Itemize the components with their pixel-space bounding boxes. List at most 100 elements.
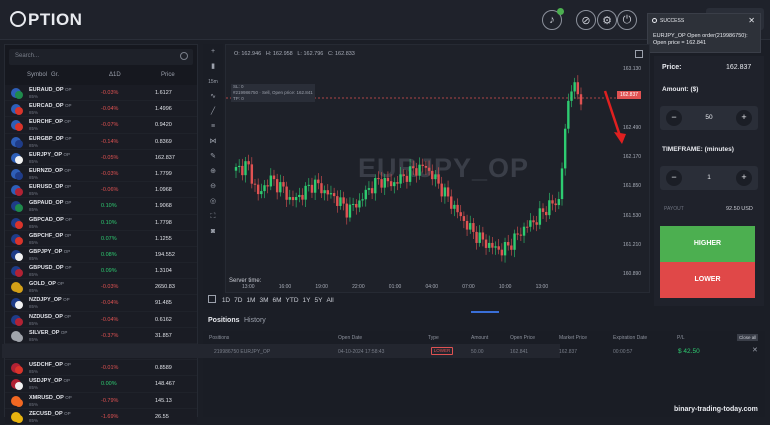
amount-increase-button[interactable]: + [736, 110, 752, 126]
zoom-out-icon[interactable]: ⊖ [208, 182, 218, 192]
asset-table-header: Symbol Gr. Δ1D Price [5, 69, 197, 83]
list-item[interactable]: EURUSD_OP OP 85% -0.06% 1.0968 [5, 182, 197, 199]
trendline-icon[interactable]: ╱ [208, 107, 218, 117]
candle-icon[interactable]: ▮ [208, 62, 218, 72]
close-position-icon[interactable]: ✕ [752, 346, 758, 354]
toast-title: SUCCESS [660, 18, 685, 24]
list-item[interactable]: USDCHF_OP OP 85% -0.01% 0.8589 [5, 360, 197, 377]
higher-button[interactable]: HIGHER [660, 226, 755, 262]
asset-price: 0.8369 [155, 138, 172, 145]
tp-label: TP: 0 [231, 96, 315, 102]
list-item[interactable]: EURNZD_OP OP 85% -0.03% 1.7799 [5, 165, 197, 183]
candle-body [291, 197, 295, 201]
brush-icon[interactable]: ✎ [208, 152, 218, 162]
list-item[interactable]: EURCHF_OP OP 85% -0.07% 0.9420 [5, 117, 197, 134]
candle-body [260, 191, 263, 195]
list-item[interactable]: GBPCHF_OP OP 85% 0.07% 1.1255 [5, 230, 197, 247]
candle-body [399, 174, 402, 184]
col-positions[interactable]: Positions [209, 335, 229, 341]
range-option[interactable]: 3M [259, 297, 268, 304]
col-symbol[interactable]: Symbol [27, 72, 47, 78]
position-amount: 50.00 [471, 349, 484, 355]
col-expiration[interactable]: Expiration Date [613, 335, 647, 341]
list-item[interactable]: EURJPY_OP OP 85% -0.05% 162.837 [5, 149, 197, 166]
range-option[interactable]: 5Y [314, 297, 322, 304]
search-input[interactable]: Search... [9, 49, 193, 65]
candle-body [535, 222, 538, 225]
candle-body [377, 178, 380, 180]
list-item[interactable]: SILVER_OP OP 85% -0.37% 31.857 [5, 327, 197, 344]
list-item[interactable]: NZDJPY_OP OP 85% -0.04% 91.485 [5, 295, 197, 312]
settings-icon[interactable]: ⚙ [597, 10, 617, 30]
pattern-icon[interactable]: ⋈ [208, 137, 218, 147]
speed-icon[interactable]: ⊘ [576, 10, 596, 30]
col-gr[interactable]: Gr. [51, 72, 59, 78]
candle-body [250, 164, 254, 184]
camera-icon[interactable]: ◙ [208, 227, 218, 237]
asset-price: 1.6127 [155, 90, 172, 96]
timeframe-increase-button[interactable]: + [736, 170, 752, 186]
position-open-price: 162.841 [510, 349, 529, 355]
candle-body [336, 196, 339, 206]
candle-body [421, 164, 424, 166]
range-option[interactable]: 6M [273, 297, 282, 304]
candle-body [389, 181, 393, 187]
layout-icon[interactable] [208, 295, 216, 303]
drag-handle[interactable] [471, 311, 499, 313]
crosshair-icon[interactable]: + [208, 47, 218, 57]
list-item[interactable]: XMRUSD_OP OP 85% -0.79% 145.13 [5, 392, 197, 409]
candle-body [279, 182, 282, 193]
close-icon[interactable]: ✕ [748, 16, 755, 25]
candle-body [500, 249, 504, 256]
range-option[interactable]: YTD [286, 297, 299, 304]
candle-body [434, 174, 437, 180]
asset-change: -0.03% [101, 284, 119, 291]
price-chart[interactable]: O: 162.946 H: 162.958 L: 162.796 C: 162.… [225, 44, 650, 293]
list-item[interactable]: EURGBP_OP OP 85% -0.14% 0.8369 [5, 133, 197, 150]
list-item[interactable]: GBPUSD_OP OP 85% 0.09% 1.3104 [5, 263, 197, 280]
timeframe-selector[interactable]: 15m [208, 77, 218, 87]
list-item[interactable]: EURAUD_OP OP 85% -0.03% 1.6127 [5, 85, 197, 102]
candle-body [516, 233, 519, 235]
list-item[interactable]: GBPCAD_OP OP 85% 0.10% 1.7798 [5, 214, 197, 231]
range-option[interactable]: All [326, 297, 333, 304]
magnet-icon[interactable]: ◎ [208, 197, 218, 207]
range-option[interactable]: 1M [246, 297, 255, 304]
candle-body [570, 91, 573, 101]
asset-payout: 85% [29, 158, 39, 164]
range-option[interactable]: 1D [222, 297, 230, 304]
list-item[interactable]: GOLD_OP OP 85% -0.03% 2650.83 [5, 279, 197, 296]
range-option[interactable]: 1Y [303, 297, 311, 304]
fullscreen-icon[interactable]: ⛶ [208, 212, 218, 222]
col-market-price[interactable]: Market Price [559, 335, 587, 341]
asset-change: -0.03% [101, 170, 119, 177]
col-open-date[interactable]: Open Date [338, 335, 362, 341]
list-item[interactable]: USDJPY_OP OP 85% 0.00% 148.467 [5, 376, 197, 393]
indicator-icon[interactable]: ∿ [208, 92, 218, 102]
col-pl[interactable]: P/L [677, 335, 685, 341]
col-change[interactable]: Δ1D [109, 72, 121, 78]
site-watermark: binary-trading-today.com [674, 406, 758, 413]
zoom-in-icon[interactable]: ⊕ [208, 167, 218, 177]
col-open-price[interactable]: Open Price [510, 335, 535, 341]
col-amount[interactable]: Amount [471, 335, 488, 341]
candle-body [415, 168, 418, 176]
col-type[interactable]: Type [428, 335, 439, 341]
range-option[interactable]: 7D [234, 297, 242, 304]
fib-icon[interactable]: ≡ [208, 122, 218, 132]
close-all-button[interactable]: Close all [737, 334, 759, 341]
candle-body [313, 179, 317, 193]
list-item[interactable]: GBPAUD_OP OP 85% 0.10% 1.9068 [5, 198, 197, 215]
list-item[interactable]: EURCAD_OP OP 85% -0.04% 1.4996 [5, 101, 197, 118]
order-line-label[interactable]: SL: 0 #219986750 · Sell, Open price: 162… [231, 84, 315, 102]
lower-button[interactable]: LOWER [660, 262, 755, 298]
tab-history[interactable]: History [244, 317, 266, 324]
bell-icon [652, 18, 657, 23]
power-icon[interactable]: ⏻ [617, 10, 637, 30]
list-item[interactable]: GBPJPY_OP OP 85% 0.08% 194.552 [5, 246, 197, 264]
tab-positions[interactable]: Positions [208, 317, 240, 324]
list-item[interactable]: NZDUSD_OP OP 85% -0.04% 0.6162 [5, 311, 197, 328]
list-item[interactable]: ZECUSD_OP OP 85% -1.69% 26.55 [5, 408, 197, 425]
candle-body [304, 185, 307, 200]
col-price[interactable]: Price [161, 72, 175, 78]
